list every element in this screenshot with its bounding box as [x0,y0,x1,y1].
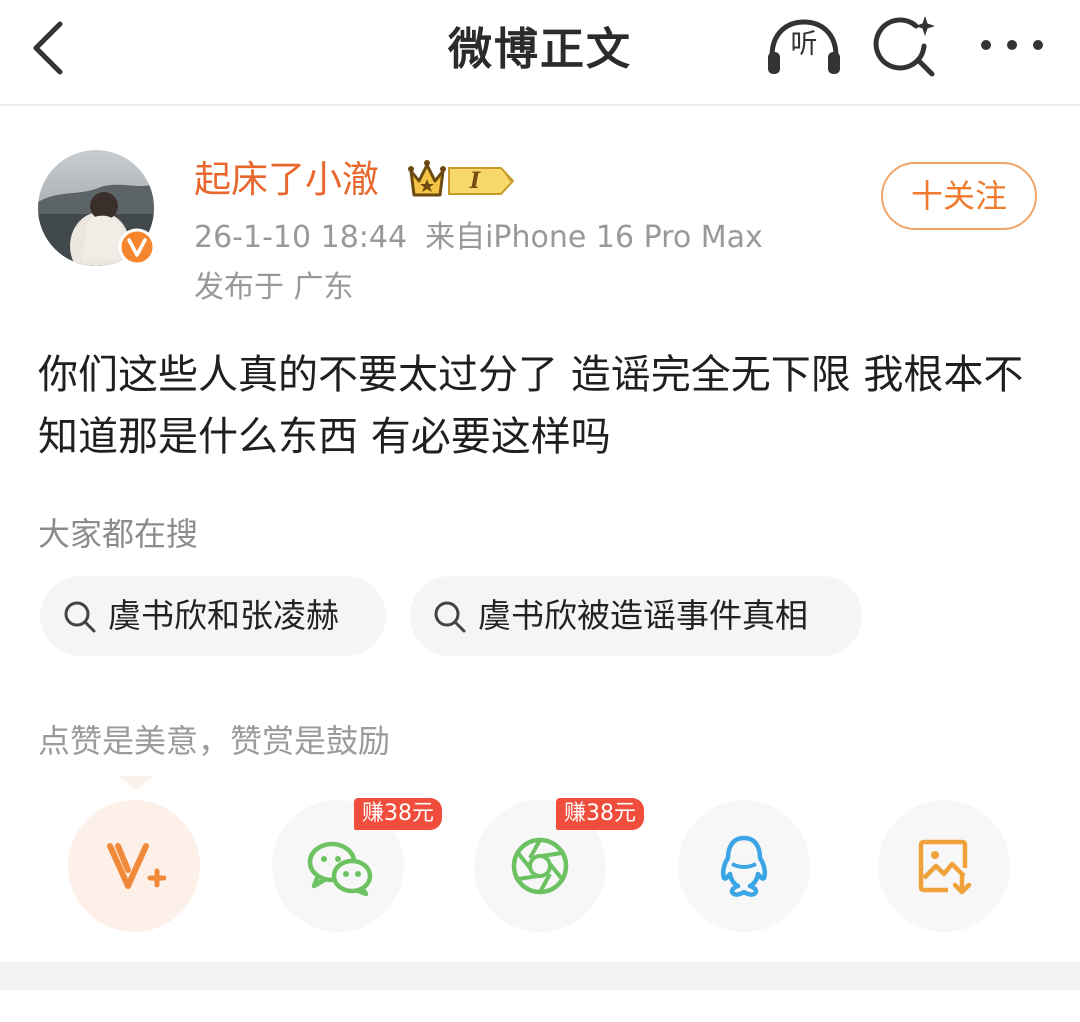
follow-button[interactable]: 十关注 [881,162,1037,230]
level-label: I [469,168,481,194]
search-button[interactable] [872,14,938,80]
level-badge: I [447,166,515,196]
back-button[interactable] [26,18,74,78]
save-image-button[interactable] [878,800,1010,932]
qq-share-button[interactable] [678,800,810,932]
search-icon [434,601,466,633]
v-plus-button[interactable] [68,800,200,932]
appreciation-text: 点赞是美意，赞赏是鼓励 [38,722,391,760]
chevron-left-icon [33,21,63,75]
search-chip-label: 虞书欣被造谣事件真相 [478,596,808,635]
weibo-post-page: 微博正文 听 起床了小澈 I 26-1-10 18:44 来自iPhone 16… [0,0,1080,1022]
avatar[interactable] [38,150,156,266]
listen-button[interactable]: 听 [764,16,844,78]
section-divider [0,962,1080,990]
post-time: 26-1-10 18:44 [194,220,408,255]
v-plus-icon [107,843,166,889]
reward-badge: 赚38元 [354,798,442,830]
search-chip[interactable]: 虞书欣被造谣事件真相 [410,576,862,656]
search-chip-label: 虞书欣和张凌赫 [108,596,339,635]
user-name[interactable]: 起床了小澈 [194,154,379,206]
verified-badge-icon [118,228,156,266]
qq-penguin-icon [720,835,768,897]
moments-aperture-icon [511,837,569,895]
wechat-icon [307,841,373,896]
crown-icon [408,160,446,197]
more-dots-icon [981,40,1043,50]
more-button[interactable] [976,22,1048,68]
post-location: 发布于 广东 [194,270,354,305]
search-icon [64,601,96,633]
top-bar: 微博正文 听 [0,0,1080,106]
hot-search-title: 大家都在搜 [38,515,199,553]
save-image-icon [918,839,972,895]
listen-label: 听 [790,29,818,60]
post-text: 你们这些人真的不要太过分了 造谣完全无下限 我根本不知道那是什么东西 有必要这样… [38,352,1024,460]
reward-badge: 赚38元 [556,798,644,830]
search-sparkle-icon [873,16,935,77]
search-chip[interactable]: 虞书欣和张凌赫 [40,576,386,656]
post-meta: 26-1-10 18:44 来自iPhone 16 Pro Max [194,218,763,258]
tooltip-pointer [118,776,154,790]
post-source: 来自iPhone 16 Pro Max [425,220,763,255]
